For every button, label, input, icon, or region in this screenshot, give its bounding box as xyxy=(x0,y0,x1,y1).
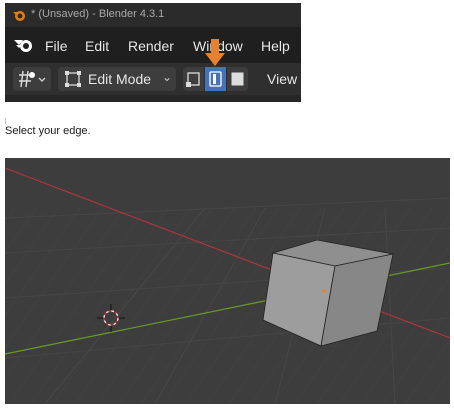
chevron-down-icon: ⌄ xyxy=(162,70,173,84)
menu-help[interactable]: Help xyxy=(261,38,290,54)
header-toolbar: Edit Mode ⌄ View xyxy=(5,63,301,95)
edge-select-icon xyxy=(209,71,222,87)
menu-file[interactable]: File xyxy=(45,38,68,54)
pivot-dropdown[interactable] xyxy=(13,67,51,91)
viewport-canvas xyxy=(5,158,450,404)
menu-bar: File Edit Render Window Help xyxy=(5,27,301,63)
edit-mode-icon xyxy=(65,71,81,87)
face-select-icon xyxy=(231,72,244,86)
menu-edit[interactable]: Edit xyxy=(85,38,109,54)
face-select-button[interactable] xyxy=(227,67,248,91)
mode-dropdown[interactable]: Edit Mode ⌄ xyxy=(58,67,176,91)
edge-select-button[interactable] xyxy=(205,67,226,91)
text-caret xyxy=(5,118,6,124)
tool-icons xyxy=(5,101,301,102)
tool-row xyxy=(5,95,301,102)
vertex-select-icon xyxy=(186,72,200,87)
title-bar: * (Unsaved) - Blender 4.3.1 xyxy=(5,3,301,27)
menu-render[interactable]: Render xyxy=(128,38,174,54)
orange-arrow-icon xyxy=(205,39,225,66)
instruction-caption: Select your edge. xyxy=(5,125,91,137)
pivot-icon xyxy=(19,70,46,88)
blender-screenshot: * (Unsaved) - Blender 4.3.1 File Edit Re… xyxy=(5,3,301,102)
view-menu[interactable]: View xyxy=(267,71,297,87)
window-title: * (Unsaved) - Blender 4.3.1 xyxy=(31,8,165,20)
blender-logo-icon xyxy=(13,11,25,21)
3d-viewport[interactable] xyxy=(5,158,450,404)
select-mode-group xyxy=(183,67,249,91)
blender-menu-icon[interactable] xyxy=(13,36,35,54)
vertex-select-button[interactable] xyxy=(183,67,204,91)
mode-label: Edit Mode xyxy=(88,71,152,87)
